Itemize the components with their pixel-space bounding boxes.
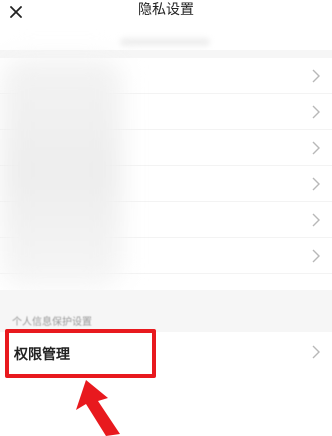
blurred-row-labels: [2, 58, 122, 288]
chevron-right-icon: [312, 249, 320, 263]
section-divider: [0, 50, 332, 58]
highlight-box: [5, 329, 156, 378]
chevron-right-icon: [312, 177, 320, 191]
blurred-subtitle: [120, 38, 210, 46]
chevron-right-icon: [312, 141, 320, 155]
section-label: 个人信息保护设置: [12, 317, 92, 328]
bottom-area: [0, 378, 332, 436]
pointer-arrow-icon: [76, 380, 120, 436]
privacy-settings-screen: 隐私设置 个人信息保护设置 权限管理: [0, 0, 332, 436]
chevron-right-icon: [312, 213, 320, 227]
header: 隐私设置: [0, 0, 332, 26]
chevron-right-icon: [312, 69, 320, 83]
chevron-right-icon: [312, 105, 320, 119]
chevron-right-icon: [312, 345, 320, 359]
page-title: 隐私设置: [138, 2, 194, 18]
